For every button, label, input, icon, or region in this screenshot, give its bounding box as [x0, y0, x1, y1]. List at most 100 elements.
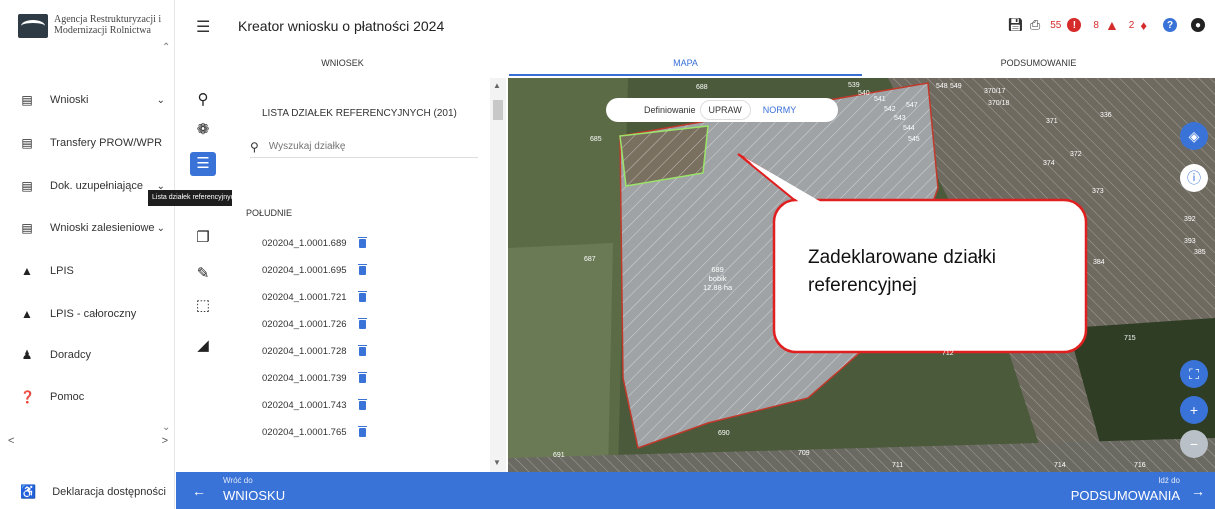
menu-icon[interactable]: ☰ [196, 17, 210, 37]
info-icon[interactable]: ⓘ [1180, 164, 1208, 192]
error-icon[interactable]: ! [1067, 18, 1082, 32]
warnings-count[interactable]: 8 [1093, 20, 1099, 31]
notifications-count[interactable]: 2 [1129, 20, 1135, 31]
sidebar-item-wnioski-zalesieniowe[interactable]: ▤ Wnioski zalesieniowe ⌄ [20, 218, 165, 238]
zoom-out-icon[interactable]: − [1180, 430, 1208, 458]
back-to-application-button[interactable]: WNIOSKU [223, 488, 285, 503]
parcel-crop: bobik [708, 274, 727, 283]
print-icon[interactable]: ⎙ [1030, 17, 1040, 33]
next-caption[interactable]: Idź do [1158, 476, 1180, 485]
zoom-in-icon[interactable]: + [1180, 396, 1208, 424]
sidebar-item-wnioski[interactable]: ▤ Wnioski ⌄ [20, 90, 165, 110]
forward-arrow-icon[interactable]: → [1191, 483, 1205, 499]
list-item[interactable]: 020204_1.0001.689 [262, 233, 462, 253]
go-to-summary-button[interactable]: PODSUMOWANIA [1071, 488, 1180, 503]
parcel-id: 020204_1.0001.726 [262, 318, 347, 330]
select-area-icon[interactable]: ⬚ [190, 294, 216, 318]
document-icon: ▤ [21, 179, 33, 193]
map-label: 685 [590, 136, 602, 143]
map-label: 384 [1093, 259, 1105, 266]
sidebar-horizontal-scrollbar[interactable]: < > [8, 435, 168, 449]
accessibility-label: Deklaracja dostępności [52, 486, 166, 498]
map-label: 374 [1043, 160, 1055, 167]
mode-toggle[interactable]: Definiowanie UPRAW NORMY [606, 98, 838, 122]
trash-icon[interactable] [357, 263, 367, 275]
accessibility-link[interactable]: ♿ Deklaracja dostępności [20, 484, 166, 500]
bell-icon[interactable]: ♦ [1140, 18, 1147, 33]
chevron-down-icon: ⌄ [156, 222, 165, 234]
measure-icon[interactable]: ◢ [190, 334, 216, 358]
sidebar-item-dok-uzupelniajace[interactable]: ▤ Dok. uzupełniające ⌄ [20, 176, 165, 196]
list-item[interactable]: 020204_1.0001.739 [262, 368, 462, 388]
map-label: 336 [1100, 112, 1112, 119]
map-label: 544 [903, 125, 915, 132]
sidebar-scroll-down-icon[interactable]: ⌄ [162, 422, 170, 433]
parcel-id: 020204_1.0001.728 [262, 345, 347, 357]
map-label: 690 [718, 430, 730, 437]
tab-wniosek[interactable]: WNIOSEK [176, 52, 509, 76]
list-item[interactable]: 020204_1.0001.728 [262, 341, 462, 361]
list-item[interactable]: 020204_1.0001.695 [262, 260, 462, 280]
trash-icon[interactable] [357, 290, 367, 302]
layers-icon[interactable]: ◈ [1180, 122, 1208, 150]
scroll-up-icon[interactable]: ▲ [493, 81, 501, 90]
map-label: 714 [1054, 462, 1066, 469]
tab-mapa[interactable]: MAPA [509, 52, 862, 76]
warning-icon[interactable]: ▲ [1105, 17, 1119, 33]
trash-icon[interactable] [357, 317, 367, 329]
map-label: 545 [908, 136, 920, 143]
callout-annotation: Zadeklarowane działki referencyjnej [808, 247, 996, 296]
sidebar-item-lpis-caloroczny[interactable]: ▲ LPIS - całoroczny [20, 304, 165, 324]
sidebar-item-label: LPIS - całoroczny [50, 308, 137, 320]
map-label: 540 [858, 90, 870, 97]
arimr-logo[interactable]: Agencja Restrukturyzacji i Modernizacji … [18, 14, 169, 38]
chevron-down-icon: ⌄ [156, 94, 165, 106]
trash-icon[interactable] [357, 344, 367, 356]
errors-count[interactable]: 55 [1050, 20, 1061, 31]
scroll-left-icon[interactable]: < [8, 435, 14, 449]
copy-layers-icon[interactable]: ❐ [190, 226, 216, 250]
help-icon[interactable]: ? [1163, 18, 1177, 32]
sidebar-item-label: LPIS [50, 265, 74, 277]
tab-podsumowanie[interactable]: PODSUMOWANIE [862, 52, 1215, 76]
list-item[interactable]: 020204_1.0001.721 [262, 287, 462, 307]
sidebar-item-transfery[interactable]: ▤ Transfery PROW/WPR [20, 133, 165, 153]
mode-normy-option[interactable]: NORMY [763, 105, 797, 115]
trash-icon[interactable] [357, 236, 367, 248]
document-icon: ▤ [21, 136, 33, 150]
parcel-number: 689 [711, 265, 724, 274]
parcel-map-label[interactable]: 689 bobik 12.88 ha [703, 265, 732, 292]
search-icon[interactable]: ⚲ [190, 88, 216, 112]
map-label: 548 [936, 83, 948, 90]
back-arrow-icon[interactable]: ← [192, 483, 206, 499]
parcel-list-icon[interactable]: ☰ [190, 152, 216, 176]
accessibility-icon: ♿ [20, 484, 37, 499]
list-item[interactable]: 020204_1.0001.743 [262, 395, 462, 415]
sidebar-item-lpis[interactable]: ▲ LPIS [20, 261, 165, 281]
search-input[interactable] [268, 141, 459, 152]
list-item[interactable]: 020204_1.0001.765 [262, 422, 462, 442]
sidebar-item-pomoc[interactable]: ❓ Pomoc [20, 387, 165, 407]
map-view[interactable]: Definiowanie UPRAW NORMY 689 bobik 12.88… [508, 78, 1215, 472]
user-account-icon[interactable]: ● [1191, 18, 1205, 32]
map-label: 549 [950, 83, 962, 90]
document-icon: ▤ [21, 221, 33, 235]
fullscreen-icon[interactable]: ⛶ [1180, 360, 1208, 388]
back-caption[interactable]: Wróć do [223, 476, 253, 485]
sidebar-scroll-up-icon[interactable]: ⌃ [162, 42, 170, 53]
map-label: 373 [1092, 188, 1104, 195]
list-scrollbar[interactable]: ▲ ▼ [490, 78, 506, 472]
scroll-right-icon[interactable]: > [162, 435, 168, 449]
edit-pencil-icon[interactable]: ✎ [190, 262, 216, 286]
sidebar-item-doradcy[interactable]: ♟ Doradcy [20, 345, 165, 365]
scrollbar-thumb[interactable] [493, 100, 503, 120]
mode-upraw-option[interactable]: UPRAW [699, 100, 751, 120]
trash-icon[interactable] [357, 371, 367, 383]
scroll-down-icon[interactable]: ▼ [493, 458, 501, 467]
list-item[interactable]: 020204_1.0001.726 [262, 314, 462, 334]
crop-icon[interactable]: ❁ [190, 118, 216, 142]
trash-icon[interactable] [357, 398, 367, 410]
parcel-id: 020204_1.0001.695 [262, 264, 347, 276]
save-icon[interactable]: 💾︎ [1007, 17, 1024, 33]
trash-icon[interactable] [357, 425, 367, 437]
